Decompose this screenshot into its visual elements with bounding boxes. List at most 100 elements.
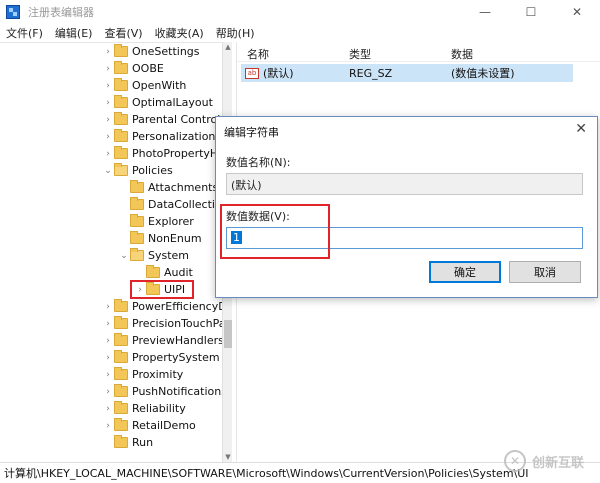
watermark: ✕ 创新互联	[504, 446, 600, 476]
tree-item-oobe[interactable]: › OOBE	[102, 60, 164, 77]
ok-button[interactable]: 确定	[429, 261, 501, 283]
collapse-arrow-icon[interactable]: ⌄	[118, 251, 130, 261]
tree-item-proximity[interactable]: › Proximity	[102, 366, 183, 383]
tree-item-powerefficiency[interactable]: › PowerEfficiencyDi	[102, 298, 230, 315]
folder-icon	[114, 350, 128, 363]
folder-icon	[114, 384, 128, 397]
tree-item-label: Parental Controls	[132, 113, 226, 126]
scroll-up-icon[interactable]: ▲	[223, 42, 233, 52]
tree-item-attachments[interactable]: Attachments	[118, 179, 218, 196]
expand-arrow-icon[interactable]: ›	[102, 421, 114, 431]
tree-item-photopropertyh[interactable]: › PhotoPropertyH	[102, 145, 218, 162]
folder-icon	[114, 78, 128, 91]
expand-arrow-icon[interactable]: ›	[102, 81, 114, 91]
registry-path: 计算机\HKEY_LOCAL_MACHINE\SOFTWARE\Microsof…	[4, 467, 529, 480]
scroll-down-icon[interactable]: ▼	[223, 452, 233, 462]
tree-item-personalization[interactable]: › Personalization	[102, 128, 215, 145]
expand-arrow-icon[interactable]: ›	[102, 64, 114, 74]
menu-bar: 文件(F) 编辑(E) 查看(V) 收藏夹(A) 帮助(H)	[0, 24, 600, 42]
folder-icon	[114, 61, 128, 74]
folder-icon	[130, 231, 144, 244]
folder-icon	[130, 180, 144, 193]
expand-arrow-icon[interactable]: ›	[102, 353, 114, 363]
expand-arrow-icon[interactable]: ›	[102, 404, 114, 414]
expand-arrow-icon[interactable]: ›	[102, 302, 114, 312]
expand-arrow-icon[interactable]: ›	[102, 98, 114, 108]
tree-item-label: Explorer	[148, 215, 194, 228]
edit-string-dialog: 编辑字符串 ✕ 数值名称(N): (默认) 数值数据(V): 1 确定 取消	[215, 116, 598, 298]
watermark-text: 创新互联	[532, 455, 585, 471]
maximize-button[interactable]: ☐	[508, 0, 554, 24]
tree-item-retaildemo[interactable]: › RetailDemo	[102, 417, 196, 434]
expand-arrow-icon[interactable]: ›	[102, 115, 114, 125]
tree-item-precisiontouchpad[interactable]: › PrecisionTouchPa	[102, 315, 226, 332]
expand-arrow-icon[interactable]: ›	[102, 149, 114, 159]
tree-item-openwith[interactable]: › OpenWith	[102, 77, 186, 94]
folder-icon	[114, 367, 128, 380]
expand-arrow-icon[interactable]: ›	[102, 370, 114, 380]
title-bar: 注册表编辑器 — ☐ ✕	[0, 0, 600, 24]
tree-item-pushnotifications[interactable]: › PushNotifications	[102, 383, 227, 400]
menu-help[interactable]: 帮助(H)	[210, 25, 261, 41]
minimize-button[interactable]: —	[462, 0, 508, 24]
menu-edit[interactable]: 编辑(E)	[49, 25, 99, 41]
regedit-app-icon	[6, 5, 20, 19]
tree-scrollbar-thumb[interactable]	[224, 320, 232, 348]
folder-icon	[114, 316, 128, 329]
tree-item-label: Personalization	[132, 130, 216, 143]
uipi-highlight-box	[130, 280, 194, 299]
expand-arrow-icon[interactable]: ›	[102, 387, 114, 397]
collapse-arrow-icon[interactable]: ⌄	[102, 166, 114, 176]
close-button[interactable]: ✕	[554, 0, 600, 24]
column-data[interactable]: 数据	[451, 46, 473, 62]
tree-item-label: Attachments	[148, 181, 219, 194]
tree-item-parental-controls[interactable]: › Parental Controls	[102, 111, 226, 128]
folder-icon	[114, 333, 128, 346]
column-name[interactable]: 名称	[247, 46, 269, 62]
dialog-close-icon[interactable]: ✕	[575, 121, 587, 137]
dialog-title: 编辑字符串	[224, 126, 279, 139]
tree-item-reliability[interactable]: › Reliability	[102, 400, 186, 417]
tree-item-audit[interactable]: Audit	[134, 264, 193, 281]
tree-item-nonenum[interactable]: NonEnum	[118, 230, 202, 247]
tree-item-system[interactable]: ⌄ System	[118, 247, 189, 264]
menu-favorites[interactable]: 收藏夹(A)	[149, 25, 210, 41]
folder-icon	[146, 265, 160, 278]
menu-view[interactable]: 查看(V)	[98, 25, 148, 41]
tree-item-onesettings[interactable]: › OneSettings	[102, 43, 200, 60]
expand-arrow-icon[interactable]: ›	[102, 319, 114, 329]
registry-tree[interactable]: › OneSettings › OOBE › OpenWith › Optima…	[0, 42, 232, 462]
window-title: 注册表编辑器	[28, 6, 94, 19]
tree-item-label: PowerEfficiencyDi	[132, 300, 230, 313]
value-type: REG_SZ	[349, 66, 393, 80]
tree-item-label: Reliability	[132, 402, 186, 415]
tree-item-datacollection[interactable]: DataCollection	[118, 196, 229, 213]
expand-arrow-icon[interactable]: ›	[102, 132, 114, 142]
tree-item-label: PrecisionTouchPa	[132, 317, 226, 330]
tree-item-label: Audit	[164, 266, 193, 279]
column-type[interactable]: 类型	[349, 46, 371, 62]
tree-item-explorer[interactable]: Explorer	[118, 213, 194, 230]
folder-icon	[114, 95, 128, 108]
value-name-label: 数值名称(N):	[226, 156, 291, 169]
tree-item-run[interactable]: Run	[102, 434, 153, 451]
menu-file[interactable]: 文件(F)	[0, 25, 49, 41]
folder-icon	[114, 129, 128, 142]
tree-item-label: PreviewHandlers	[132, 334, 224, 347]
tree-item-policies[interactable]: ⌄ Policies	[102, 162, 173, 179]
tree-item-propertysystem[interactable]: › PropertySystem	[102, 349, 220, 366]
tree-item-label: Run	[132, 436, 154, 449]
tree-item-optimallayout[interactable]: › OptimalLayout	[102, 94, 213, 111]
expand-arrow-icon[interactable]: ›	[102, 47, 114, 57]
expand-arrow-icon[interactable]: ›	[102, 336, 114, 346]
tree-item-label: PhotoPropertyH	[132, 147, 219, 160]
folder-icon	[130, 214, 144, 227]
value-data-highlight-box	[220, 204, 330, 259]
value-row-default[interactable]: ab (默认) REG_SZ (数值未设置)	[241, 64, 573, 82]
value-name: (默认)	[263, 67, 294, 80]
folder-icon	[114, 44, 128, 57]
tree-item-previewhandlers[interactable]: › PreviewHandlers	[102, 332, 224, 349]
tree-item-label: OptimalLayout	[132, 96, 213, 109]
cancel-button[interactable]: 取消	[509, 261, 581, 283]
folder-icon	[114, 146, 128, 159]
